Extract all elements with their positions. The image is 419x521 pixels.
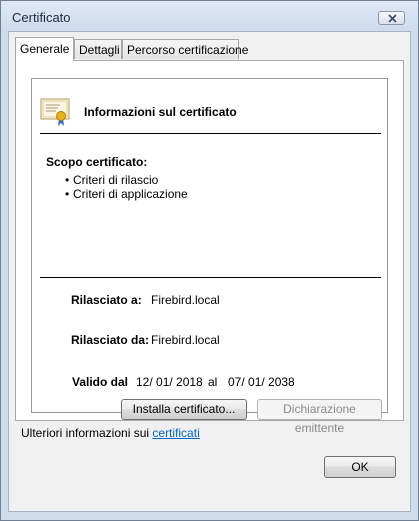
more-info-label: Ulteriori informazioni sui bbox=[21, 426, 150, 440]
close-button[interactable] bbox=[378, 11, 405, 25]
scope-item: Criteri di rilascio bbox=[65, 173, 158, 187]
title-bar[interactable]: Certificato bbox=[1, 1, 418, 31]
issued-by-value: Firebird.local bbox=[151, 333, 220, 347]
tab-dettagli[interactable]: Dettagli bbox=[74, 39, 122, 59]
valid-from-label: Valido dal bbox=[72, 375, 129, 389]
scope-title: Scopo certificato: bbox=[46, 155, 148, 169]
issued-to-label: Rilasciato a: bbox=[71, 293, 142, 307]
top-divider bbox=[40, 133, 381, 134]
certificate-info-box: Informazioni sul certificato Scopo certi… bbox=[31, 78, 388, 413]
valid-to-date: 07/ 01/ 2038 bbox=[228, 375, 295, 389]
middle-divider bbox=[40, 277, 381, 278]
certificate-icon bbox=[40, 98, 70, 126]
scope-item: Criteri di applicazione bbox=[65, 187, 188, 201]
info-title: Informazioni sul certificato bbox=[84, 105, 237, 119]
tab-panel-generale: Informazioni sul certificato Scopo certi… bbox=[15, 60, 404, 421]
close-icon bbox=[388, 14, 397, 23]
certificate-dialog: Certificato Generale Dettagli Percorso c… bbox=[0, 0, 419, 521]
issuer-statement-button[interactable]: Dichiarazione emittente bbox=[257, 399, 382, 435]
certificates-link[interactable]: certificati bbox=[152, 426, 199, 440]
valid-from-date: 12/ 01/ 2018 bbox=[136, 375, 203, 389]
issued-to-value: Firebird.local bbox=[151, 293, 220, 307]
window-title: Certificato bbox=[12, 10, 71, 25]
tab-generale[interactable]: Generale bbox=[15, 37, 75, 61]
more-info-text: Ulteriori informazioni sui certificati bbox=[21, 426, 200, 440]
install-certificate-button[interactable]: Installa certificato... bbox=[121, 399, 247, 420]
ok-button[interactable]: OK bbox=[324, 456, 396, 478]
tab-percorso-certificazione[interactable]: Percorso certificazione bbox=[122, 39, 248, 59]
valid-separator: al bbox=[208, 375, 218, 389]
issued-by-label: Rilasciato da: bbox=[71, 333, 150, 347]
dialog-client-area: Generale Dettagli Percorso certificazion… bbox=[8, 31, 411, 512]
